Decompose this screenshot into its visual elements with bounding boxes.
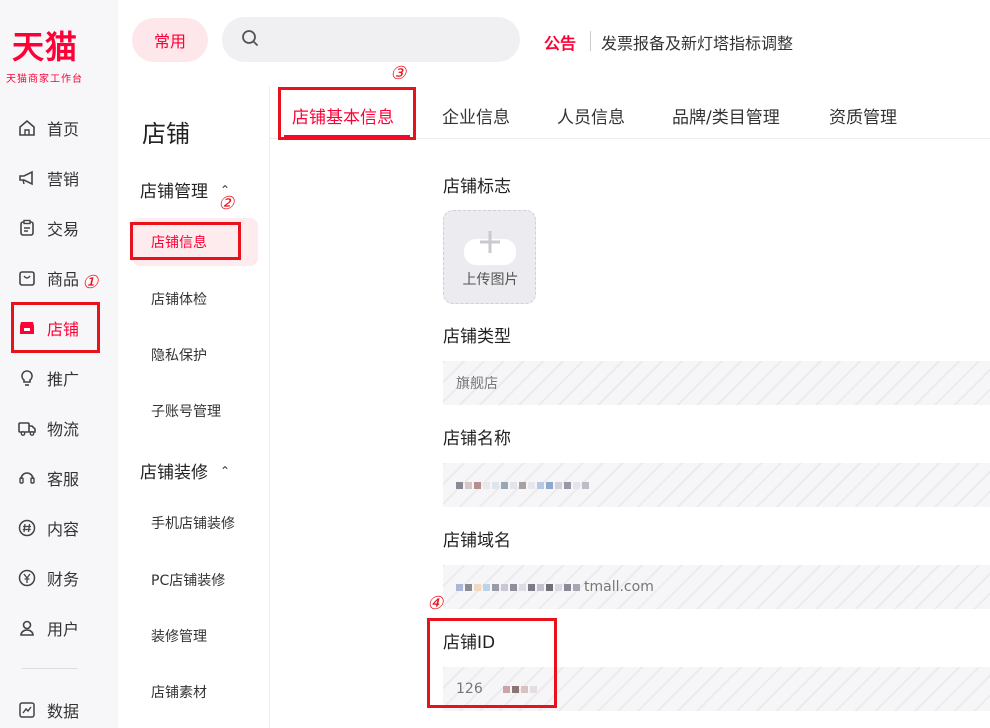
active-tab-indicator xyxy=(284,135,410,138)
redacted-text xyxy=(456,481,589,489)
search-box[interactable] xyxy=(222,17,520,62)
nav-label: 用户 xyxy=(47,620,80,639)
top-bar: 常用 公告 发票报备及新灯塔指标调整 xyxy=(118,0,990,86)
logo-subtitle: 天猫商家工作台 xyxy=(6,74,83,85)
subnav-item-privacy[interactable]: 隐私保护 xyxy=(132,331,258,379)
nav-item-content[interactable]: 内容 xyxy=(16,513,106,543)
user-icon xyxy=(16,617,38,639)
annotation-3: ③ xyxy=(390,63,407,84)
tab-qualification[interactable]: 资质管理 xyxy=(829,103,897,128)
subnav-label: 手机店铺装修 xyxy=(151,516,235,532)
clipboard-icon xyxy=(16,217,38,239)
subnav-item-store-checkup[interactable]: 店铺体检 xyxy=(132,275,258,323)
tmall-logo: 天猫 xyxy=(12,28,79,66)
annotation-4: ④ xyxy=(427,593,444,614)
nav-item-home[interactable]: 首页 xyxy=(16,113,106,143)
store-domain-field: tmall.com xyxy=(443,565,990,609)
chart-icon xyxy=(16,699,38,721)
nav-label: 商品 xyxy=(47,270,80,289)
nav-item-promote[interactable]: 推广 xyxy=(16,363,106,393)
search-input[interactable] xyxy=(268,31,498,48)
subnav-item-store-assets[interactable]: 店铺素材 xyxy=(132,668,258,716)
subnav-item-pc-decoration[interactable]: PC店铺装修 xyxy=(132,556,258,604)
store-subnav: 店铺 店铺管理 ⌃ 店铺信息 店铺体检 隐私保护 子账号管理 店铺装修 ⌃ 手机… xyxy=(118,86,270,728)
domain-label: 店铺域名 xyxy=(443,531,511,551)
nav-item-logistics[interactable]: 物流 xyxy=(16,413,106,443)
upload-plus-icon xyxy=(464,231,516,265)
nav-item-store[interactable]: 店铺 xyxy=(16,313,106,343)
tab-bar: 店铺基本信息 企业信息 人员信息 品牌/类目管理 资质管理 xyxy=(270,86,990,139)
subnav-label: 子账号管理 xyxy=(151,404,221,420)
subnav-label: 店铺体检 xyxy=(151,292,207,308)
notice-link[interactable]: 发票报备及新灯塔指标调整 xyxy=(601,30,793,54)
tab-company-info[interactable]: 企业信息 xyxy=(442,103,510,128)
redacted-text xyxy=(502,685,537,693)
nav-item-data[interactable]: 数据 xyxy=(16,695,106,725)
headset-icon xyxy=(16,467,38,489)
home-icon xyxy=(16,117,38,139)
nav-label: 店铺 xyxy=(47,320,80,339)
notice-label: 公告 xyxy=(544,34,577,53)
subnav-title: 店铺 xyxy=(142,120,190,148)
name-label: 店铺名称 xyxy=(443,429,511,449)
nav-label: 营销 xyxy=(47,170,80,189)
store-type-field: 旗舰店 xyxy=(443,361,990,405)
subnav-item-mobile-decoration[interactable]: 手机店铺装修 xyxy=(132,499,258,547)
nav-item-trade[interactable]: 交易 xyxy=(16,213,106,243)
lightbulb-icon xyxy=(16,367,38,389)
search-icon xyxy=(240,28,260,52)
store-id-field: 126 xyxy=(443,667,990,711)
notice-separator xyxy=(590,31,591,51)
subnav-item-decoration-management[interactable]: 装修管理 xyxy=(132,612,258,660)
tab-staff-info[interactable]: 人员信息 xyxy=(557,103,625,128)
store-icon xyxy=(16,317,38,339)
group-store-decoration[interactable]: 店铺装修 ⌃ xyxy=(140,458,250,483)
annotation-2: ② xyxy=(218,193,235,214)
chevron-up-icon: ⌃ xyxy=(220,463,231,478)
annotation-1: ① xyxy=(82,272,99,293)
subnav-item-store-info[interactable]: 店铺信息 xyxy=(132,218,258,266)
left-nav: 天猫 天猫商家工作台 首页 营销 交易 商品 店铺 推广 物流 客服 内容 财务 xyxy=(0,0,118,728)
type-label: 店铺类型 xyxy=(443,327,511,347)
truck-icon xyxy=(16,417,38,439)
id-label: 店铺ID xyxy=(443,633,496,653)
store-domain-suffix: tmall.com xyxy=(584,579,654,595)
nav-label: 首页 xyxy=(47,120,80,139)
nav-label: 财务 xyxy=(47,570,80,589)
upload-logo-button[interactable]: 上传图片 xyxy=(443,210,536,304)
store-type-value: 旗舰店 xyxy=(456,376,498,392)
nav-label: 推广 xyxy=(47,370,80,389)
megaphone-icon xyxy=(16,167,38,189)
subnav-item-subaccount[interactable]: 子账号管理 xyxy=(132,387,258,435)
nav-divider xyxy=(22,668,78,669)
nav-item-finance[interactable]: 财务 xyxy=(16,563,106,593)
store-id-value: 126 xyxy=(456,681,483,697)
yen-icon xyxy=(16,567,38,589)
nav-label: 数据 xyxy=(47,702,80,721)
group-title: 店铺管理 xyxy=(140,182,208,202)
hash-icon xyxy=(16,517,38,539)
tab-brand-category[interactable]: 品牌/类目管理 xyxy=(672,103,780,128)
nav-label: 物流 xyxy=(47,420,80,439)
subnav-label: 装修管理 xyxy=(151,629,207,645)
nav-item-marketing[interactable]: 营销 xyxy=(16,163,106,193)
redacted-text xyxy=(456,583,580,591)
common-button[interactable]: 常用 xyxy=(132,18,208,62)
upload-text: 上传图片 xyxy=(462,272,519,288)
nav-item-user[interactable]: 用户 xyxy=(16,613,106,643)
subnav-label: PC店铺装修 xyxy=(151,573,226,589)
nav-label: 交易 xyxy=(47,220,80,239)
tab-store-basic-info[interactable]: 店铺基本信息 xyxy=(292,103,394,128)
nav-label: 内容 xyxy=(47,520,80,539)
nav-label: 客服 xyxy=(47,470,80,489)
store-name-field xyxy=(443,463,990,507)
subnav-label: 店铺信息 xyxy=(151,235,207,251)
logo-label: 店铺标志 xyxy=(443,177,511,197)
bag-icon xyxy=(16,267,38,289)
subnav-label: 店铺素材 xyxy=(151,685,207,701)
group-title: 店铺装修 xyxy=(140,463,208,483)
nav-item-service[interactable]: 客服 xyxy=(16,463,106,493)
subnav-label: 隐私保护 xyxy=(151,348,207,364)
